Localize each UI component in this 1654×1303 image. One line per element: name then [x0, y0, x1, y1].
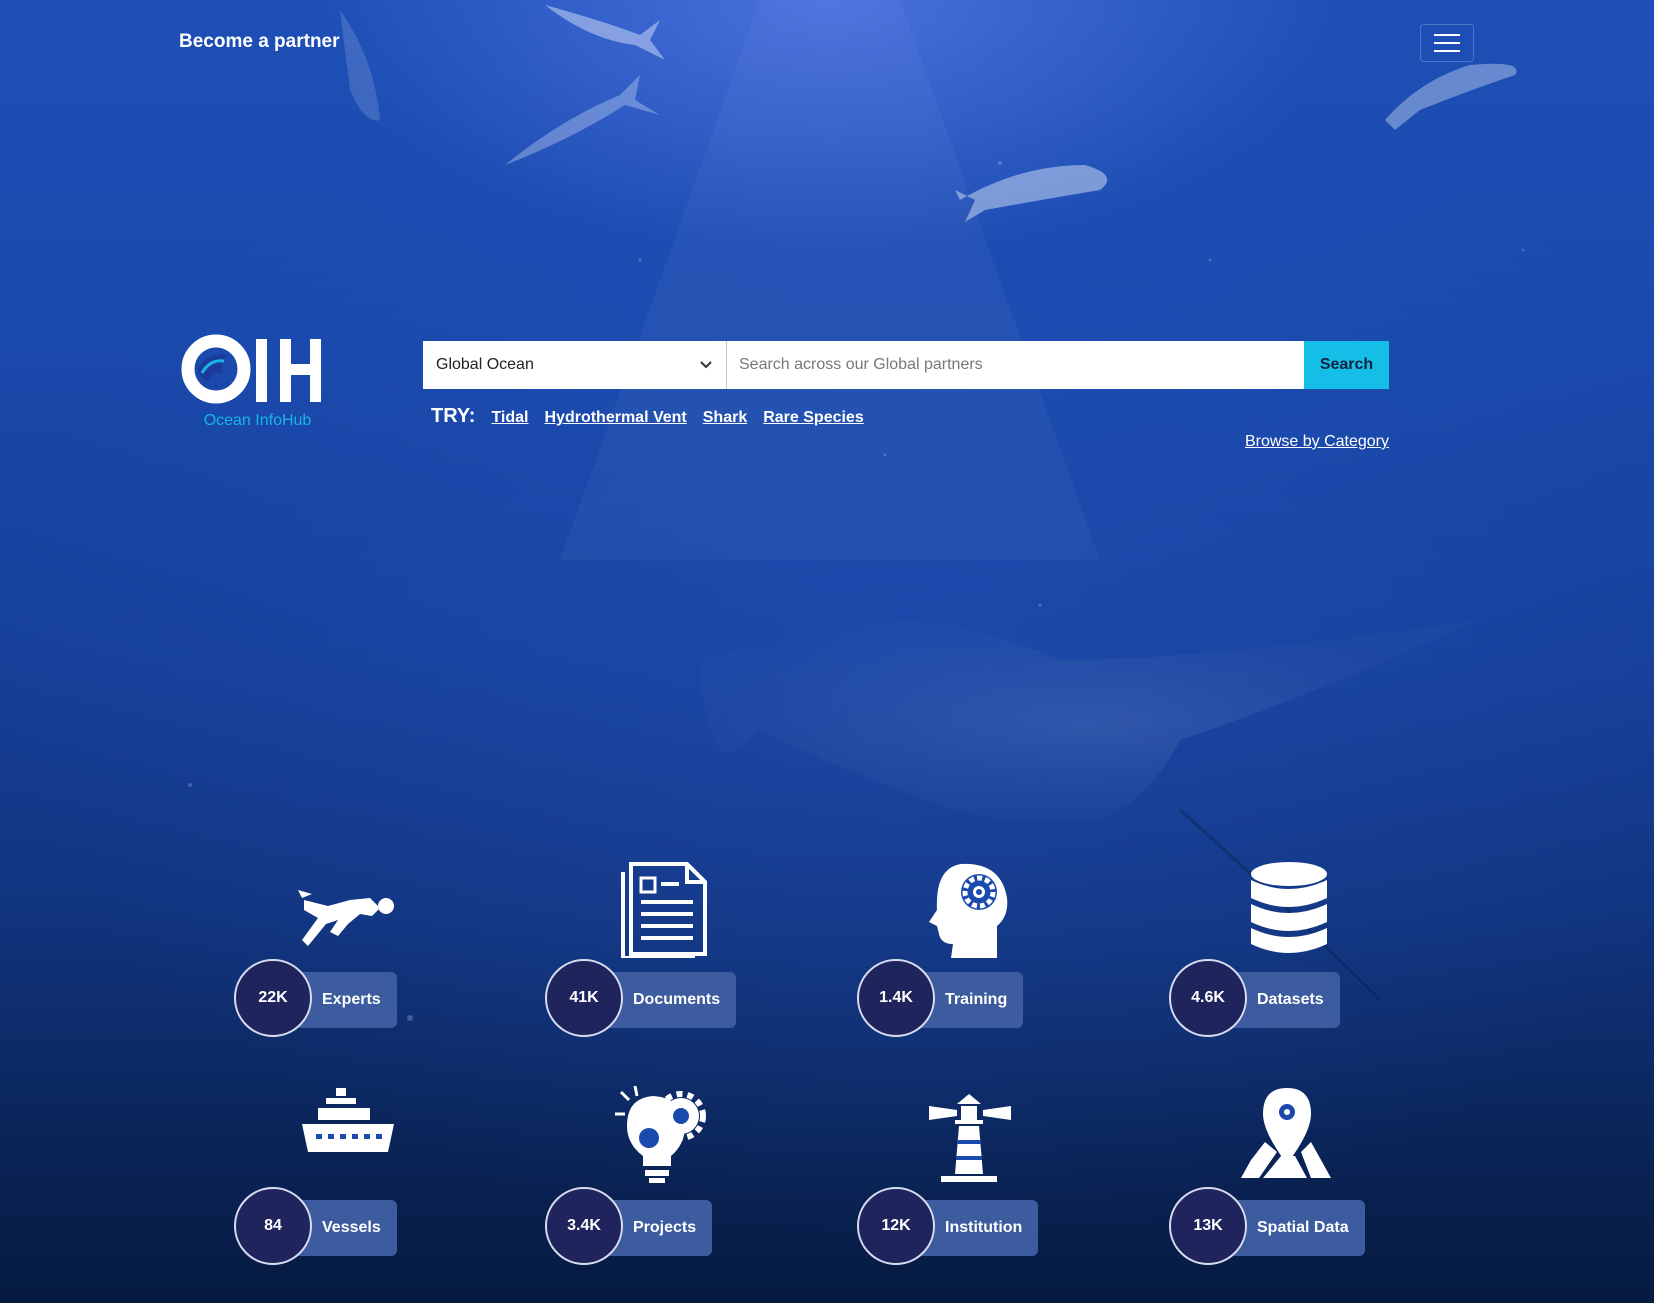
stat-tile-vessels[interactable]: Vessels 84	[234, 1086, 464, 1266]
oih-logo-mark	[181, 334, 321, 404]
stat-count: 84	[234, 1187, 312, 1265]
stat-label: Experts	[322, 991, 381, 1008]
stat-count: 41K	[545, 959, 623, 1037]
stat-label: Projects	[633, 1219, 697, 1236]
stat-label: Training	[945, 991, 1008, 1008]
chevron-down-icon	[700, 361, 712, 369]
become-partner-link[interactable]: Become a partner	[179, 31, 340, 53]
stat-label: Spatial Data	[1257, 1219, 1349, 1236]
stat-label: Documents	[633, 991, 721, 1008]
stat-tile-projects[interactable]: Projects 3.4K	[545, 1086, 775, 1266]
stat-label: Vessels	[322, 1219, 381, 1236]
stat-tile-institution[interactable]: Institution 12K	[857, 1086, 1087, 1266]
stat-tile-datasets[interactable]: Datasets 4.6K	[1169, 858, 1399, 1038]
stat-count: 12K	[857, 1187, 935, 1265]
stat-count: 1.4K	[857, 959, 935, 1037]
suggestion-link-tidal[interactable]: Tidal	[491, 409, 528, 427]
hamburger-icon	[1434, 34, 1460, 52]
suggestion-link-shark[interactable]: Shark	[703, 409, 747, 427]
suggestion-link-rare-species[interactable]: Rare Species	[763, 409, 864, 427]
stat-tile-training[interactable]: Training 1.4K	[857, 858, 1087, 1038]
ship-icon	[302, 1088, 394, 1152]
stat-tile-spatial-data[interactable]: Spatial Data 13K	[1169, 1086, 1399, 1266]
brand-name: Ocean InfoHub	[203, 412, 312, 429]
lightbulb-gear-icon	[615, 1086, 706, 1183]
suggestion-row: TRY: Tidal Hydrothermal Vent Shark Rare …	[431, 405, 880, 428]
database-icon	[1251, 862, 1327, 953]
stat-count: 13K	[1169, 1187, 1247, 1265]
menu-toggle-button[interactable]	[1420, 24, 1474, 62]
stat-label-pill: Institution	[917, 1200, 1039, 1256]
stat-count: 4.6K	[1169, 959, 1247, 1037]
search-button[interactable]: Search	[1304, 341, 1389, 389]
suggestion-link-hydrothermal-vent[interactable]: Hydrothermal Vent	[544, 409, 686, 427]
diver-icon	[298, 890, 394, 946]
stat-label-pill: Documents	[605, 972, 737, 1028]
lighthouse-icon	[929, 1094, 1011, 1182]
stat-label: Datasets	[1257, 991, 1324, 1008]
region-select[interactable]: Global Ocean	[423, 341, 727, 389]
stat-tile-documents[interactable]: Documents 41K	[545, 858, 775, 1038]
map-pin-icon	[1241, 1088, 1331, 1178]
region-select-value: Global Ocean	[436, 356, 534, 373]
search-input[interactable]	[727, 341, 1304, 389]
document-icon	[621, 862, 707, 958]
stat-count: 3.4K	[545, 1187, 623, 1265]
stat-label: Institution	[945, 1219, 1023, 1236]
stat-tile-experts[interactable]: Experts 22K	[234, 858, 464, 1038]
head-gear-icon	[929, 863, 1008, 958]
search-bar: Global Ocean Search	[423, 341, 1389, 389]
stat-label-pill: Spatial Data	[1229, 1200, 1365, 1256]
browse-by-category-link[interactable]: Browse by Category	[1245, 433, 1389, 451]
stat-count: 22K	[234, 959, 312, 1037]
try-label: TRY:	[431, 405, 476, 427]
